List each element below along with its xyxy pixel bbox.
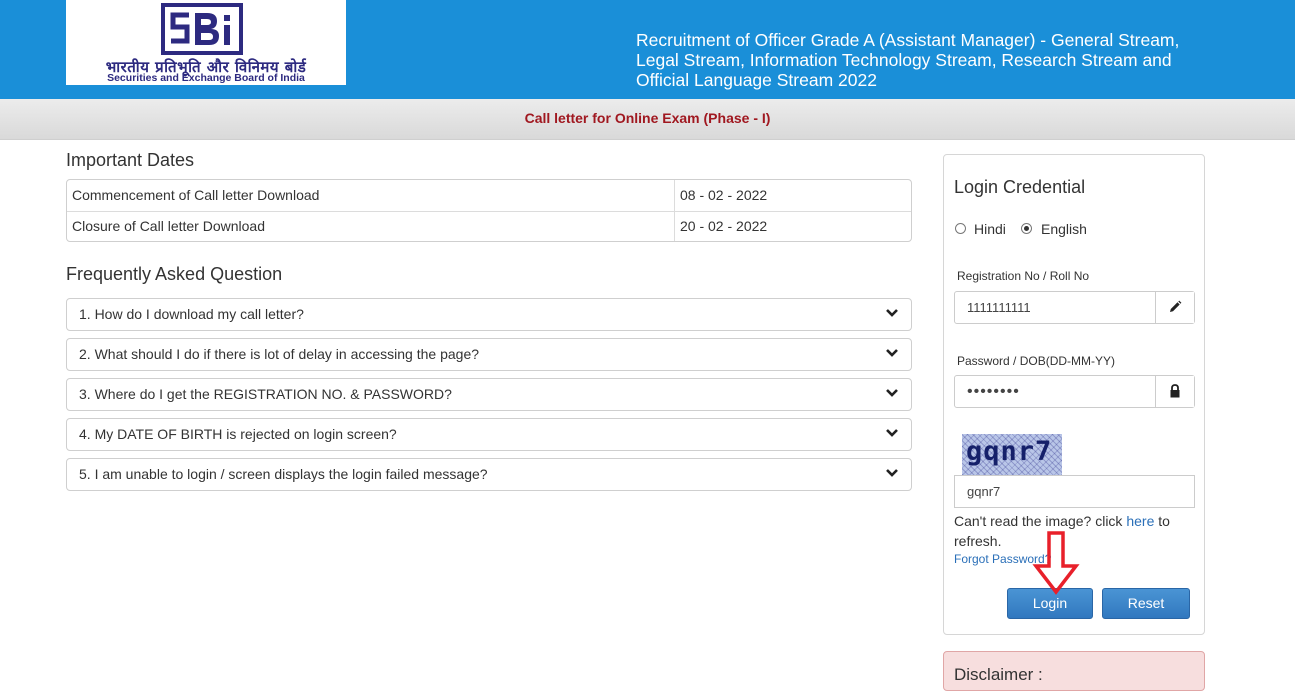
password-label: Password / DOB(DD-MM-YY) bbox=[957, 354, 1116, 368]
captcha-value: gqnr7 bbox=[967, 484, 1001, 499]
password-input[interactable]: •••••••• bbox=[954, 375, 1195, 408]
faq-question: 2. What should I do if there is lot of d… bbox=[79, 346, 480, 362]
sebi-logo: भारतीय प्रतिभूति और विनिमय बोर्ड Securit… bbox=[66, 0, 346, 85]
important-dates-heading: Important Dates bbox=[66, 150, 195, 170]
date-value-cell: 08 - 02 - 2022 bbox=[680, 187, 768, 203]
disclaimer-panel: Disclaimer : bbox=[943, 651, 1205, 691]
faq-item-3[interactable]: 3. Where do I get the REGISTRATION NO. &… bbox=[66, 378, 912, 411]
table-row: Closure of Call letter Download 20 - 02 … bbox=[67, 211, 911, 242]
chevron-down-icon bbox=[886, 309, 898, 317]
reset-button[interactable]: Reset bbox=[1102, 588, 1190, 619]
registration-input[interactable]: 1111111111 bbox=[954, 291, 1195, 324]
refresh-captcha-link[interactable]: here bbox=[1126, 513, 1154, 529]
faq-question: 4. My DATE OF BIRTH is rejected on login… bbox=[79, 426, 397, 442]
date-value-cell: 20 - 02 - 2022 bbox=[680, 218, 768, 234]
password-value: •••••••• bbox=[967, 383, 1020, 400]
hindi-radio[interactable] bbox=[955, 223, 966, 234]
captcha-input[interactable]: gqnr7 bbox=[954, 475, 1195, 508]
captcha-image: gqnr7 bbox=[962, 434, 1062, 475]
sebi-emblem-icon bbox=[161, 3, 243, 55]
faq-question: 1. How do I download my call letter? bbox=[79, 306, 304, 322]
refresh-prefix: Can't read the image? click bbox=[954, 513, 1127, 529]
pencil-icon bbox=[1170, 300, 1182, 312]
logo-english-text: Securities and Exchange Board of India bbox=[107, 72, 305, 84]
faq-heading: Frequently Asked Question bbox=[66, 264, 283, 284]
page-header: भारतीय प्रतिभूति और विनिमय बोर्ड Securit… bbox=[0, 0, 1295, 99]
hindi-radio-label[interactable]: Hindi bbox=[974, 221, 1006, 237]
date-label-cell: Closure of Call letter Download bbox=[72, 218, 265, 234]
annotation-arrow-icon bbox=[1032, 531, 1080, 595]
english-radio[interactable] bbox=[1021, 223, 1032, 234]
registration-value: 1111111111 bbox=[967, 300, 1031, 315]
faq-item-1[interactable]: 1. How do I download my call letter? bbox=[66, 298, 912, 331]
faq-item-4[interactable]: 4. My DATE OF BIRTH is rejected on login… bbox=[66, 418, 912, 451]
chevron-down-icon bbox=[886, 389, 898, 397]
registration-addon bbox=[1155, 292, 1194, 323]
important-dates-table: Commencement of Call letter Download 08 … bbox=[66, 179, 912, 242]
page-title: Recruitment of Officer Grade A (Assistan… bbox=[636, 30, 1180, 90]
table-row: Commencement of Call letter Download 08 … bbox=[67, 180, 911, 212]
captcha-image-text: gqnr7 bbox=[966, 436, 1053, 467]
faq-question: 3. Where do I get the REGISTRATION NO. &… bbox=[79, 386, 452, 402]
date-label-cell: Commencement of Call letter Download bbox=[72, 187, 320, 203]
faq-item-2[interactable]: 2. What should I do if there is lot of d… bbox=[66, 338, 912, 371]
registration-label: Registration No / Roll No bbox=[957, 269, 1090, 283]
login-heading: Login Credential bbox=[954, 177, 1086, 197]
disclaimer-heading: Disclaimer : bbox=[954, 665, 1043, 684]
subheader-title: Call letter for Online Exam (Phase - I) bbox=[524, 110, 771, 126]
chevron-down-icon bbox=[886, 469, 898, 477]
chevron-down-icon bbox=[886, 429, 898, 437]
english-radio-label[interactable]: English bbox=[1041, 221, 1087, 237]
password-addon bbox=[1155, 376, 1194, 407]
lock-icon bbox=[1170, 384, 1180, 398]
chevron-down-icon bbox=[886, 349, 898, 357]
faq-item-5[interactable]: 5. I am unable to login / screen display… bbox=[66, 458, 912, 491]
faq-question: 5. I am unable to login / screen display… bbox=[79, 466, 488, 482]
subheader-bar: Call letter for Online Exam (Phase - I) bbox=[0, 99, 1295, 140]
